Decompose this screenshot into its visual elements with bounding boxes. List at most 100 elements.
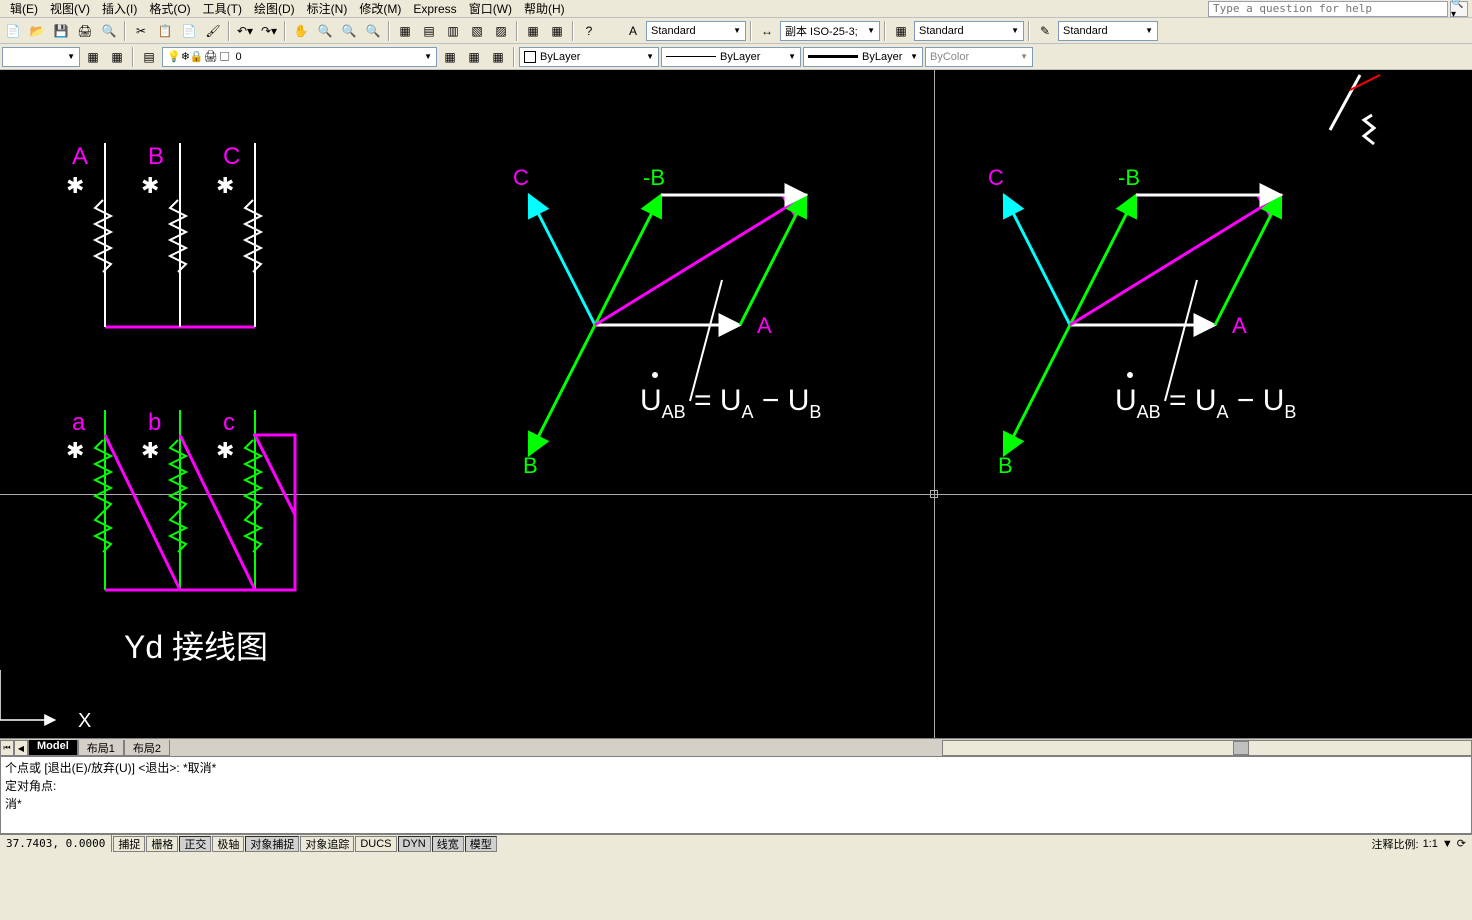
plotstyle-combo[interactable]: ByColor▼ [925,47,1033,67]
svg-text:B: B [998,453,1013,478]
menu-format[interactable]: 格式(O) [143,0,196,17]
menu-view[interactable]: 视图(V) [44,0,96,17]
help-search-input[interactable] [1208,1,1448,17]
layer-icon[interactable]: ▦ [106,46,128,68]
status-ducs[interactable]: DUCS [355,836,396,852]
layer-prev-icon[interactable]: ▦ [439,46,461,68]
match-props-icon[interactable]: 🖌 [202,20,224,42]
text-style-combo[interactable]: Standard▼ [646,21,746,41]
layer-props-icon[interactable]: ▦ [82,46,104,68]
copy-icon[interactable]: 📋 [154,20,176,42]
render-icon[interactable]: ▦ [522,20,544,42]
cut-icon[interactable]: ✂ [130,20,152,42]
props-icon[interactable]: ▦ [394,20,416,42]
svg-text:C: C [513,165,529,190]
menu-tools[interactable]: 工具(T) [197,0,248,17]
svg-text:A: A [1232,313,1247,338]
status-snap[interactable]: 捕捉 [113,836,145,852]
menu-edit[interactable]: 辑(E) [4,0,44,17]
svg-text:B: B [148,143,164,170]
dim-style-combo[interactable]: 副本 ISO-25-3;▼ [780,21,880,41]
markup-icon[interactable]: ▨ [490,20,512,42]
color-combo[interactable]: ByLayer▼ [519,47,659,67]
status-polar[interactable]: 极轴 [212,836,244,852]
status-dyn[interactable]: DYN [398,836,431,852]
svg-text:✱: ✱ [216,173,234,198]
tp-icon[interactable]: ▥ [442,20,464,42]
mleader-style-combo[interactable]: Standard▼ [1058,21,1158,41]
tab-prev-icon[interactable]: ◀ [14,740,28,756]
tab-layout2[interactable]: 布局2 [124,740,170,756]
zoom-prev-icon[interactable]: 🔍 [362,20,384,42]
tabbar: ⏮ ◀ Model 布局1 布局2 [0,738,1472,756]
svg-text:A: A [72,143,88,170]
menu-window[interactable]: 窗口(W) [463,0,518,17]
dc-icon[interactable]: ▤ [418,20,440,42]
menu-express[interactable]: Express [407,2,462,16]
coords-display: 37.7403, 0.0000 [0,835,112,852]
text-style-icon[interactable]: A [622,20,644,42]
svg-text:B: B [523,453,538,478]
svg-text:✱: ✱ [216,438,234,463]
calc-icon[interactable]: ▦ [546,20,568,42]
lineweight-combo[interactable]: ByLayer▼ [803,47,923,67]
pan-icon[interactable]: ✋ [290,20,312,42]
svg-text:✱: ✱ [66,173,84,198]
open-icon[interactable]: 📂 [26,20,48,42]
ssm-icon[interactable]: ▧ [466,20,488,42]
table-style-icon[interactable]: ▦ [890,20,912,42]
search-icon[interactable]: 🔍▾ [1450,1,1468,17]
menu-modify[interactable]: 修改(M) [353,0,407,17]
menu-help[interactable]: 帮助(H) [518,0,571,17]
layer-manager-icon[interactable]: ▤ [138,46,160,68]
save-icon[interactable]: 💾 [50,20,72,42]
hscrollbar[interactable] [942,740,1472,756]
table-style-combo[interactable]: Standard▼ [914,21,1024,41]
status-otrack[interactable]: 对象追踪 [300,836,354,852]
help-icon[interactable]: ? [578,20,600,42]
svg-text:A: A [757,313,772,338]
drawing-svg: ✱ ✱ ✱ A B C ✱ ✱ ✱ a b c Yd 接线图 [0,70,1472,738]
tab-first-icon[interactable]: ⏮ [0,740,14,756]
menu-draw[interactable]: 绘图(D) [248,0,301,17]
command-line[interactable]: 个点或 [退出(E)/放弃(U)] <退出>: *取消* 定对角点: 消* [0,756,1472,834]
mleader-style-icon[interactable]: ✎ [1034,20,1056,42]
layer-iso-icon[interactable]: ▦ [487,46,509,68]
svg-text:Yd 接线图: Yd 接线图 [124,629,268,665]
svg-text:✱: ✱ [66,438,84,463]
undo-icon[interactable]: ↶▾ [234,20,256,42]
svg-text:a: a [72,409,86,436]
layer-state-icon[interactable]: ▦ [463,46,485,68]
anno-scale-value[interactable]: 1:1 [1423,838,1438,850]
preview-icon[interactable]: 🔍 [98,20,120,42]
anno-viz-icon[interactable]: ⟳ [1457,837,1466,850]
menu-dimension[interactable]: 标注(N) [301,0,354,17]
status-model[interactable]: 模型 [465,836,497,852]
svg-text:C: C [223,143,240,170]
status-osnap[interactable]: 对象捕捉 [245,836,299,852]
svg-text:✱: ✱ [141,173,159,198]
layer-combo[interactable]: 💡❄🔒🖨◻ 0▼ [162,47,437,67]
linetype-combo[interactable]: ByLayer▼ [661,47,801,67]
menu-insert[interactable]: 插入(I) [96,0,143,17]
tab-layout1[interactable]: 布局1 [78,740,124,756]
anno-scale-dropdown-icon[interactable]: ▼ [1442,838,1453,850]
new-icon[interactable]: 📄 [2,20,24,42]
combo-unknown[interactable]: ▼ [2,47,80,67]
svg-text:X: X [78,710,91,732]
zoom-rt-icon[interactable]: 🔍 [314,20,336,42]
zoom-win-icon[interactable]: 🔍 [338,20,360,42]
status-ortho[interactable]: 正交 [179,836,211,852]
drawing-canvas[interactable]: ✱ ✱ ✱ A B C ✱ ✱ ✱ a b c Yd 接线图 [0,70,1472,738]
paste-icon[interactable]: 📄 [178,20,200,42]
svg-text:c: c [223,409,235,436]
anno-scale-label: 注释比例: [1372,836,1419,852]
svg-text:✱: ✱ [141,438,159,463]
dim-style-icon[interactable]: ↔ [756,20,778,42]
tab-model[interactable]: Model [28,740,78,756]
status-lwt[interactable]: 线宽 [432,836,464,852]
status-grid[interactable]: 栅格 [146,836,178,852]
redo-icon[interactable]: ↷▾ [258,20,280,42]
svg-text:C: C [988,165,1004,190]
print-icon[interactable]: 🖨 [74,20,96,42]
